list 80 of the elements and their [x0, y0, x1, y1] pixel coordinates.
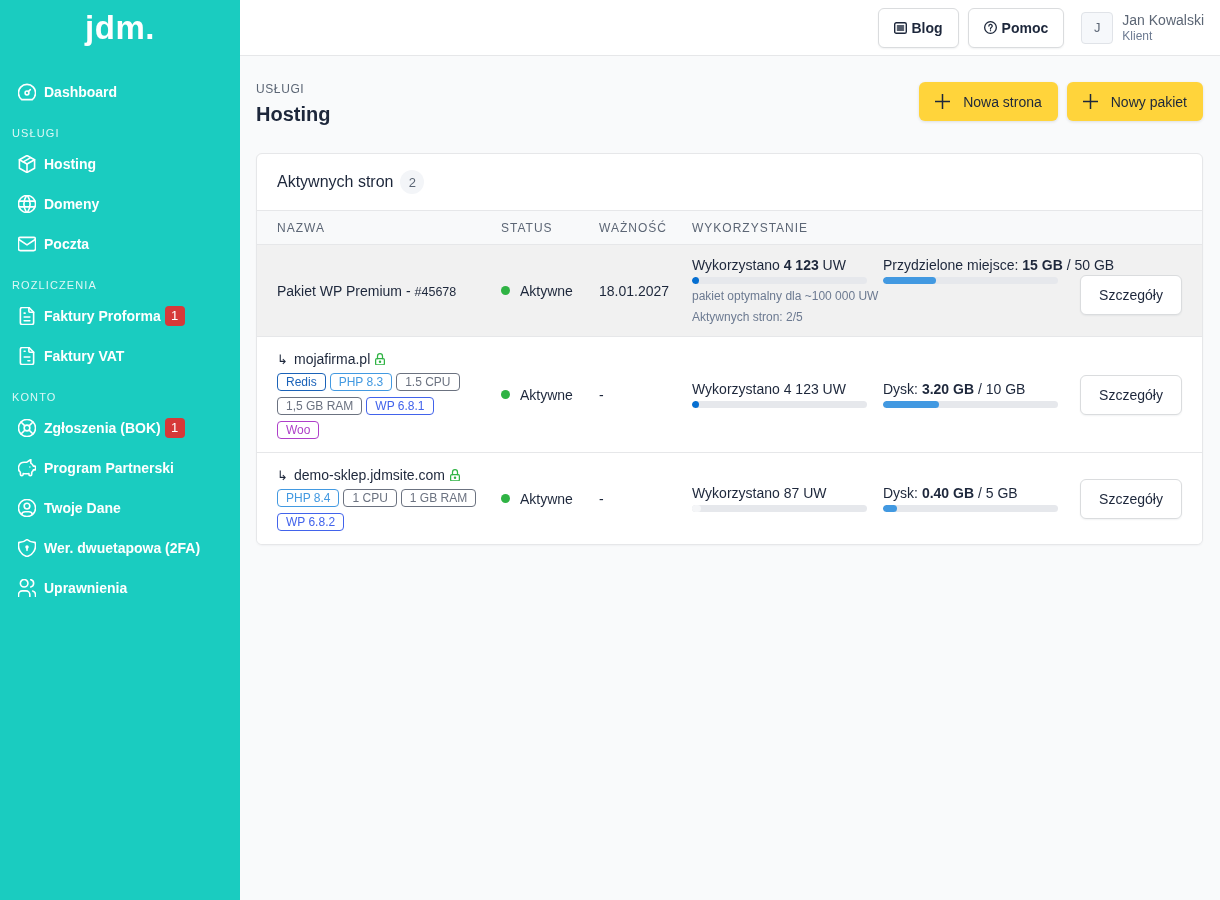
avatar: J: [1081, 11, 1114, 44]
plus-icon: [1082, 94, 1098, 109]
header-button[interactable]: Blog: [877, 7, 959, 48]
user-name: Jan Kowalski: [1122, 11, 1204, 29]
tech-tag: Woo: [277, 421, 320, 439]
usage-note: pakiet optymalny dla ~100 000 UW: [692, 288, 879, 304]
tech-tag: PHP 8.3: [329, 373, 393, 391]
status-text: Aktywne: [520, 282, 573, 299]
package-id: #45678: [414, 284, 457, 299]
package-name: Pakiet WP Premium -: [277, 282, 411, 299]
count-badge: 1: [164, 418, 185, 438]
status-text: Aktywne: [520, 386, 573, 403]
usage-text: Wykorzystano 4 123 UW: [692, 381, 846, 398]
document-icon: [18, 347, 36, 365]
column-header: NAZWA: [276, 220, 326, 235]
globe-icon: [18, 195, 36, 213]
plus-icon: [935, 94, 951, 109]
shield-icon: [18, 539, 36, 557]
site-name: demo-sklep.jdmsite.com: [294, 467, 445, 483]
piggy-bank-icon: [18, 459, 36, 477]
cube-icon: [18, 155, 36, 173]
header-button[interactable]: Pomoc: [967, 7, 1065, 48]
usage-note: Aktywnych stron: 2/5: [692, 309, 803, 325]
sidebar-item[interactable]: Zgłoszenia (BOK): [18, 419, 161, 437]
site-name: mojafirma.pl: [294, 351, 371, 367]
sidebar-item[interactable]: Hosting: [18, 155, 97, 173]
expiry-date: -: [599, 386, 604, 403]
sidebar-item[interactable]: Faktury VAT: [18, 347, 125, 365]
list-icon: [893, 21, 907, 34]
sidebar-item[interactable]: Dashboard: [18, 83, 118, 101]
sidebar-item[interactable]: Faktury Proforma: [18, 307, 161, 325]
count-badge: 2: [400, 170, 425, 194]
card-title: Aktywnych stron: [277, 173, 394, 191]
sidebar-item[interactable]: Wer. dwuetapowa (2FA): [18, 539, 201, 557]
tech-tag: 1 GB RAM: [400, 489, 477, 507]
envelope-icon: [18, 235, 36, 253]
indent-arrow: ↳: [277, 351, 288, 367]
indent-arrow: ↳: [277, 467, 288, 483]
column-header: WAŻNOŚĆ: [598, 220, 668, 235]
count-badge: 1: [164, 306, 185, 326]
tech-tag: WP 6.8.2: [277, 513, 345, 531]
user-circle-icon: [18, 499, 36, 517]
sidebar-item[interactable]: Poczta: [18, 235, 90, 253]
sidebar-item[interactable]: Uprawnienia: [18, 579, 128, 597]
sidebar-item[interactable]: Program Partnerski: [18, 459, 174, 477]
column-header: WYKORZYSTANIE: [691, 220, 810, 235]
details-button[interactable]: Szczegóły: [1080, 478, 1182, 519]
sidebar-item[interactable]: Domeny: [18, 195, 100, 213]
page-pretitle: USŁUGI: [256, 82, 305, 96]
disk-text: Dysk: 0.40 GB / 5 GB: [883, 485, 1018, 502]
help-icon: [983, 21, 997, 34]
section-label: KONTO: [12, 390, 57, 404]
tech-tag: 1.5 CPU: [396, 373, 460, 391]
tech-tag: 1 CPU: [343, 489, 397, 507]
page-title: Hosting: [256, 102, 331, 126]
tech-tag: WP 6.8.1: [366, 397, 434, 415]
document-icon: [18, 307, 36, 325]
expiry-date: -: [599, 490, 604, 507]
status-text: Aktywne: [520, 490, 573, 507]
section-label: ROZLICZENIA: [12, 278, 97, 292]
add-button[interactable]: Nowy pakiet: [1066, 82, 1203, 121]
expiry-date: 18.01.2027: [599, 282, 670, 299]
usage-text: Wykorzystano 87 UW: [692, 485, 827, 502]
tech-tag: Redis: [277, 373, 326, 391]
sidebar-item[interactable]: Twoje Dane: [18, 499, 121, 517]
disk-text: Dysk: 3.20 GB / 10 GB: [883, 381, 1026, 398]
add-button[interactable]: Nowa strona: [919, 82, 1058, 121]
column-header: STATUS: [500, 220, 554, 235]
details-button[interactable]: Szczegóły: [1080, 374, 1182, 415]
tech-tag: PHP 8.4: [277, 489, 340, 507]
usage-text: Wykorzystano 4 123 UW: [692, 256, 846, 274]
section-label: USŁUGI: [12, 126, 60, 140]
lifebuoy-icon: [18, 419, 36, 437]
tech-tag: 1,5 GB RAM: [277, 397, 363, 415]
users-icon: [18, 579, 36, 597]
logo: jdm.: [85, 8, 155, 48]
gauge-icon: [18, 83, 36, 101]
user-role: Klient: [1122, 28, 1153, 44]
details-button[interactable]: Szczegóły: [1080, 274, 1182, 315]
disk-text: Przydzielone miejsce: 15 GB / 50 GB: [883, 256, 1115, 274]
